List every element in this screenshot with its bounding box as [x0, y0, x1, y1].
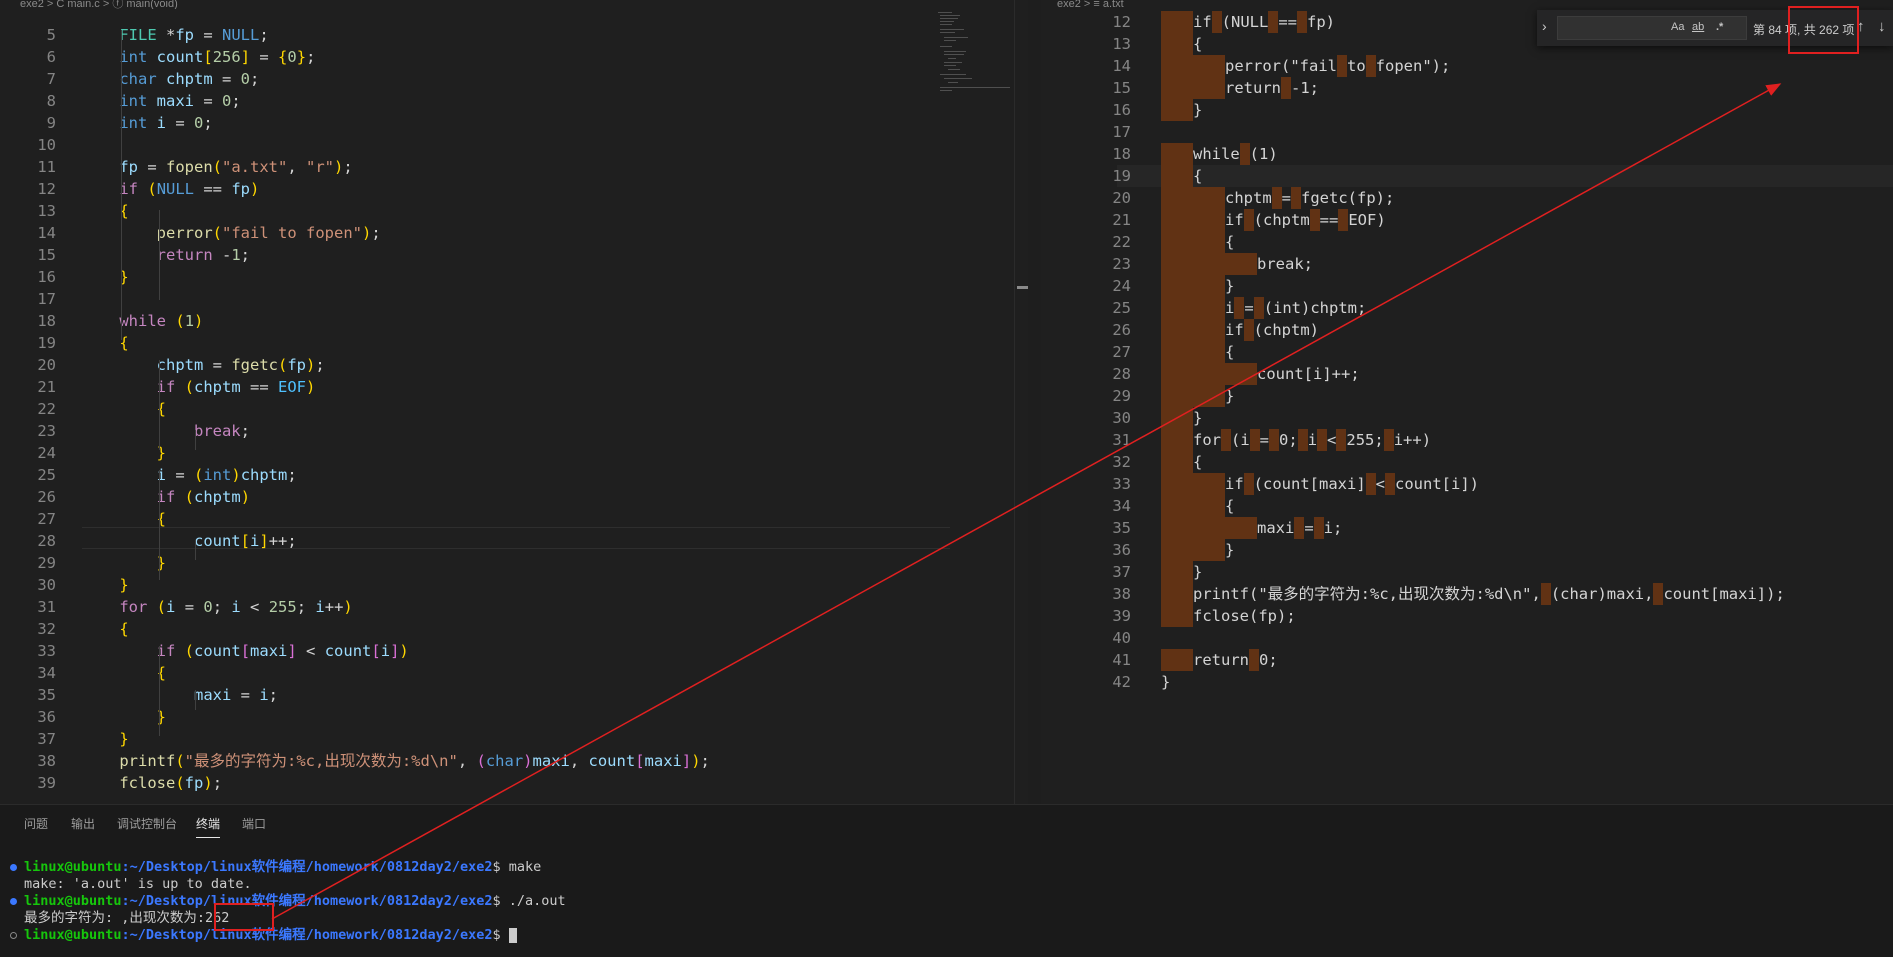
annotation-arrow [271, 83, 1782, 920]
